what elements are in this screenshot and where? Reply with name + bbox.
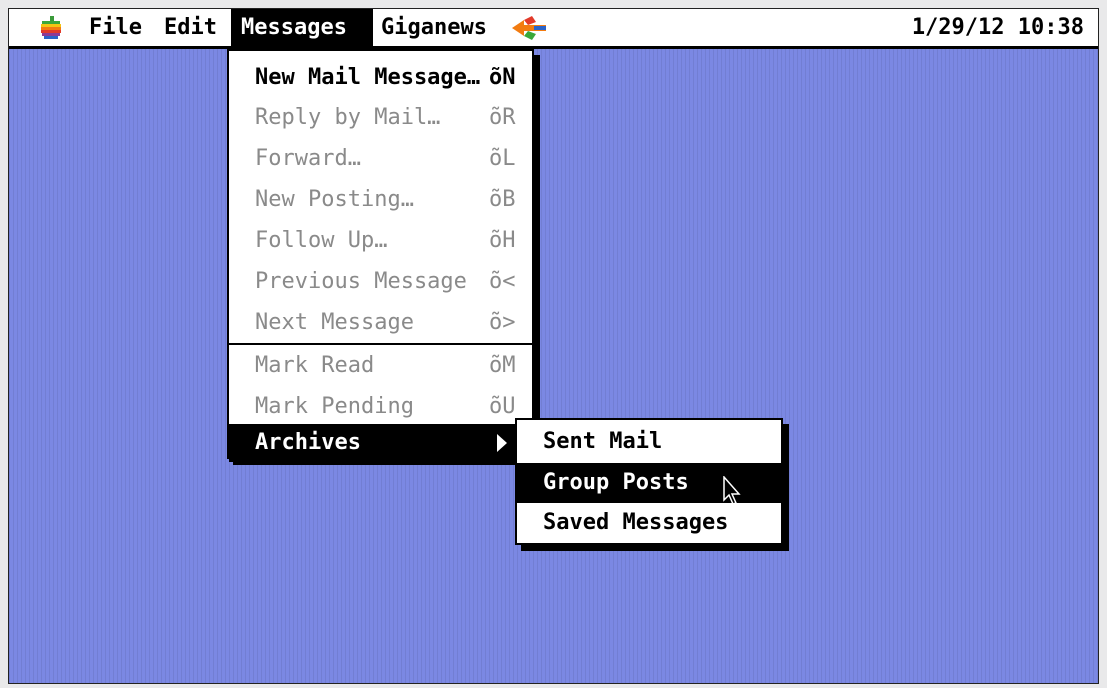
- apple-menu[interactable]: [29, 9, 69, 46]
- shortcut-label: õ>: [489, 310, 516, 335]
- menu-item-label: Forward…: [255, 146, 361, 171]
- menu-item-forward: Forward… õL: [229, 140, 532, 178]
- shortcut-label: õH: [489, 228, 516, 253]
- shortcut-label: õN: [489, 65, 516, 90]
- archives-submenu: Sent Mail Group Posts Saved Messages: [515, 418, 783, 545]
- menu-item-next-message: Next Message õ>: [229, 304, 532, 342]
- menu-item-label: Previous Message: [255, 269, 467, 294]
- menu-item-label: Follow Up…: [255, 228, 388, 253]
- spinner-menu[interactable]: [504, 9, 558, 46]
- menu-item-label: Reply by Mail…: [255, 105, 441, 130]
- menu-bar: File Edit Messages Giganews 1/29/12 10:3…: [9, 9, 1098, 49]
- shortcut-label: õB: [489, 187, 516, 212]
- menu-item-label: Archives: [255, 430, 361, 455]
- menu-item-mark-pending: Mark Pending õU: [229, 388, 532, 426]
- shortcut-label: õR: [489, 105, 516, 130]
- menu-item-previous-message: Previous Message õ<: [229, 263, 532, 301]
- shortcut-label: õU: [489, 394, 516, 419]
- mouse-pointer-icon: [723, 476, 741, 505]
- menu-item-label: Mark Pending: [255, 394, 414, 419]
- spinner-icon: [512, 16, 546, 40]
- submenu-item-saved-messages[interactable]: Saved Messages: [517, 503, 781, 543]
- messages-dropdown: New Mail Message… õN Reply by Mail… õR F…: [227, 49, 534, 462]
- menu-item-reply-by-mail: Reply by Mail… õR: [229, 99, 532, 137]
- shortcut-label: õL: [489, 146, 516, 171]
- submenu-arrow-icon: [497, 434, 507, 452]
- submenu-item-sent-mail[interactable]: Sent Mail: [517, 422, 781, 462]
- desktop: File Edit Messages Giganews 1/29/12 10:3…: [8, 8, 1099, 684]
- menu-item-label: New Posting…: [255, 187, 414, 212]
- menu-item-mark-read: Mark Read õM: [229, 347, 532, 385]
- shortcut-label: õ<: [489, 269, 516, 294]
- menu-clock: 1/29/12 10:38: [911, 15, 1084, 40]
- apple-logo-icon: [41, 16, 61, 39]
- shortcut-label: õM: [489, 353, 516, 378]
- menu-file[interactable]: File: [79, 9, 152, 46]
- menu-item-new-mail-message[interactable]: New Mail Message… õN: [229, 59, 532, 97]
- menu-messages[interactable]: Messages: [231, 9, 373, 46]
- menu-item-label: Next Message: [255, 310, 414, 335]
- menu-item-follow-up: Follow Up… õH: [229, 222, 532, 260]
- menu-separator: [229, 343, 532, 345]
- menu-item-label: Mark Read: [255, 353, 375, 378]
- menu-item-new-posting: New Posting… õB: [229, 181, 532, 219]
- menu-item-label: New Mail Message…: [255, 65, 481, 90]
- menu-giganews[interactable]: Giganews: [371, 9, 497, 46]
- submenu-item-group-posts[interactable]: Group Posts: [517, 463, 781, 503]
- menu-edit[interactable]: Edit: [154, 9, 227, 46]
- menu-item-archives[interactable]: Archives: [229, 424, 532, 462]
